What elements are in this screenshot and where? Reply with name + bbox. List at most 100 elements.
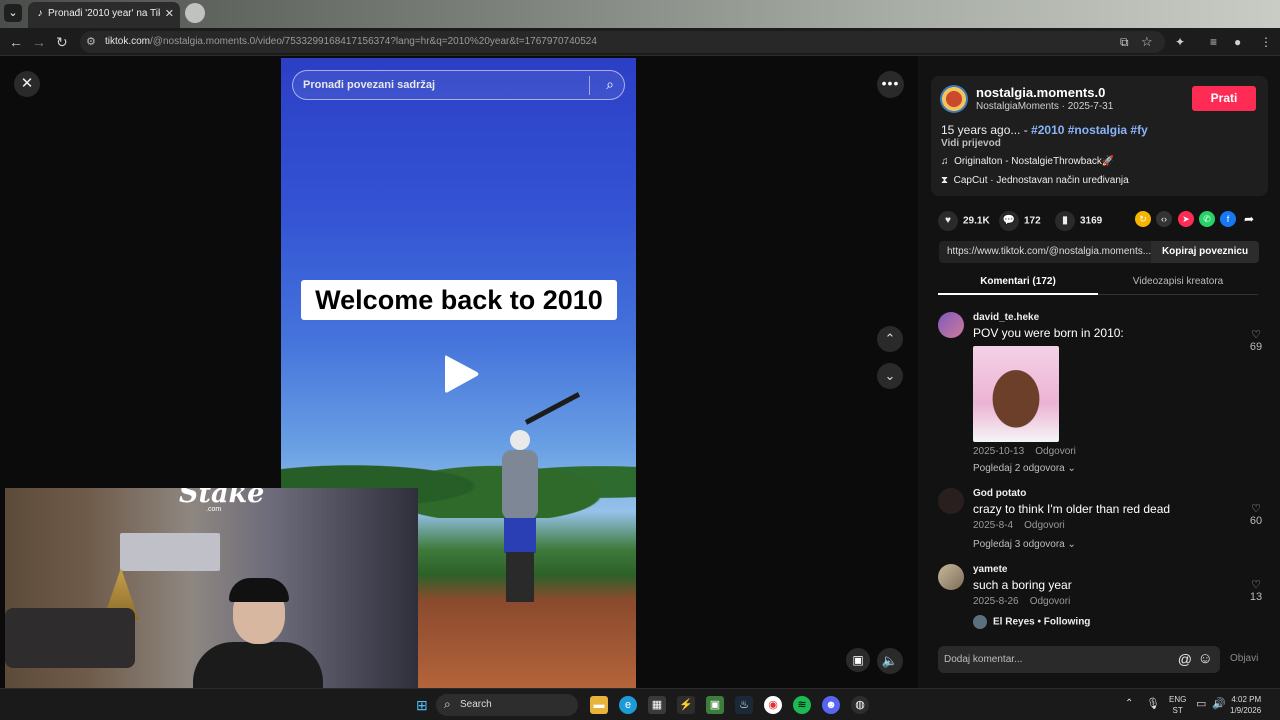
post-description: 15 years ago... - #2010 #nostalgia #fy — [941, 123, 1148, 137]
reply-link[interactable]: Odgovori — [1035, 446, 1076, 457]
reload-icon[interactable]: ↻ — [56, 34, 68, 50]
commenter-name[interactable]: yamete — [973, 564, 1007, 575]
creator-meta: NostalgiaMoments · 2025-7-31 — [976, 101, 1114, 112]
save-count[interactable]: ▮ 3169 — [1055, 211, 1102, 231]
share-arrow-icon[interactable]: ➦ — [1241, 211, 1257, 227]
close-viewer-button[interactable]: ✕ — [14, 71, 40, 97]
search-icon[interactable]: ⌕ — [606, 76, 614, 93]
facebook-icon[interactable]: f — [1220, 211, 1236, 227]
extensions-icon[interactable]: ✦ — [1175, 34, 1185, 50]
taskbar-search-label: Search — [460, 699, 492, 710]
music-link[interactable]: ♫ Originalton - NostalgieThrowback🚀 — [941, 156, 1114, 167]
volume-button[interactable]: 🔈 — [877, 648, 903, 674]
comment-image[interactable] — [973, 346, 1059, 442]
search-placeholder: Pronađi povezani sadržaj — [303, 79, 436, 91]
comment-like-count: 13 — [1249, 591, 1263, 603]
video-details-panel: nostalgia.moments.0 NostalgiaMoments · 2… — [918, 56, 1280, 688]
tray-overflow-icon[interactable]: ⌃ — [1125, 698, 1133, 709]
tab-comments[interactable]: Komentari (172) — [938, 273, 1098, 295]
webcam-sofa — [5, 608, 135, 668]
profile-avatar-icon[interactable]: ● — [1234, 34, 1241, 50]
reply-preview[interactable]: El Reyes • Following — [973, 615, 1090, 629]
comment-like[interactable]: ♡ 13 — [1244, 578, 1268, 603]
comment-item: yamete such a boring year 2025-8-26 Odgo… — [938, 564, 1268, 614]
tab-creator-videos[interactable]: Videozapisi kreatora — [1098, 273, 1258, 295]
store-icon[interactable]: ▦ — [648, 696, 666, 714]
view-replies-link[interactable]: Pogledaj 2 odgovora ⌄ — [973, 463, 1076, 474]
comment-input[interactable]: Dodaj komentar... @ ☺ — [938, 646, 1220, 673]
comment-like-count: 60 — [1249, 515, 1263, 527]
volume-icon[interactable]: 🔊 — [1212, 697, 1226, 710]
steam-icon[interactable]: ♨ — [735, 696, 753, 714]
comment-text: such a boring year — [973, 578, 1072, 592]
mention-icon[interactable]: @ — [1178, 651, 1192, 667]
microphone-icon[interactable]: 🎙 — [1146, 697, 1160, 710]
whatsapp-icon[interactable]: ✆ — [1199, 211, 1215, 227]
creator-username[interactable]: nostalgia.moments.0 — [976, 85, 1105, 100]
see-translation-link[interactable]: Vidi prijevod — [941, 138, 1001, 149]
commenter-avatar[interactable] — [938, 564, 964, 590]
chrome-icon[interactable]: ◉ — [764, 696, 782, 714]
emoji-icon[interactable]: ☺ — [1198, 650, 1213, 667]
copy-link-button[interactable]: Kopiraj poveznicu — [1151, 241, 1259, 263]
spotify-icon[interactable]: ≋ — [793, 696, 811, 714]
related-content-search[interactable]: Pronađi povezani sadržaj ⌕ — [292, 70, 625, 100]
share-link-text[interactable]: https://www.tiktok.com/@nostalgia.moment… — [947, 246, 1154, 257]
minecraft-icon[interactable]: ▣ — [706, 696, 724, 714]
site-info-icon[interactable]: ⚙ — [86, 35, 96, 48]
network-icon[interactable]: ▭ — [1196, 697, 1206, 710]
new-tab-button[interactable] — [185, 3, 205, 23]
browser-tab-strip: ⌄ ♪ Pronađi '2010 year' na TikToku ✕ — [0, 0, 1280, 28]
comment-item: God potato crazy to think I'm older than… — [938, 488, 1268, 550]
hashtags[interactable]: #2010 #nostalgia #fy — [1031, 123, 1148, 137]
file-explorer-icon[interactable]: ▬ — [590, 696, 608, 714]
comment-text: POV you were born in 2010: — [973, 326, 1124, 340]
cast-icon[interactable]: ⧉ — [1120, 34, 1129, 50]
view-replies-link[interactable]: Pogledaj 3 odgovora ⌄ — [973, 539, 1076, 550]
reply-link[interactable]: Odgovori — [1030, 596, 1071, 607]
back-icon[interactable]: ← — [9, 34, 23, 50]
previous-video-button[interactable]: ⌃ — [877, 326, 903, 352]
picture-in-picture-button[interactable]: ▣ — [846, 648, 870, 672]
address-bar[interactable]: ⚙ tiktok.com/@nostalgia.moments.0/video/… — [80, 31, 1165, 53]
comment-like[interactable]: ♡ 69 — [1244, 328, 1268, 353]
taskbar-search[interactable]: ⌕ Search — [436, 694, 578, 716]
app-icon[interactable]: ⚡ — [677, 696, 695, 714]
system-clock[interactable]: 4:02 PM 1/9/2026 — [1230, 694, 1261, 716]
streamer-webcam-overlay: Stake .com — [5, 488, 418, 688]
app-circle-icon[interactable]: ◍ — [851, 696, 869, 714]
next-video-button[interactable]: ⌄ — [877, 363, 903, 389]
tab-close-icon[interactable]: ✕ — [165, 7, 174, 20]
follow-button[interactable]: Prati — [1192, 86, 1256, 111]
repost-icon[interactable]: ↻ — [1135, 211, 1151, 227]
comment-like[interactable]: ♡ 60 — [1244, 502, 1268, 527]
edge-icon[interactable]: e — [619, 696, 637, 714]
bookmark-star-icon[interactable]: ☆ — [1141, 34, 1153, 50]
tab-search-button[interactable]: ⌄ — [4, 4, 22, 22]
reading-list-icon[interactable]: ≡ — [1210, 34, 1217, 50]
comment-meta: 2025-8-4 Odgovori — [973, 520, 1065, 531]
commenter-name[interactable]: david_te.heke — [973, 312, 1039, 323]
input-language[interactable]: ENG ST — [1169, 694, 1186, 716]
commenter-avatar[interactable] — [938, 312, 964, 338]
post-comment-button[interactable]: Objavi — [1230, 653, 1258, 664]
discord-icon[interactable]: ☻ — [822, 696, 840, 714]
forward-icon[interactable]: → — [32, 34, 46, 50]
commenter-avatar[interactable] — [938, 488, 964, 514]
reply-link[interactable]: Odgovori — [1024, 520, 1065, 531]
commenter-name[interactable]: God potato — [973, 488, 1026, 499]
post-info-card: nostalgia.moments.0 NostalgiaMoments · 2… — [931, 76, 1268, 196]
windows-start-icon[interactable]: ⊞ — [416, 697, 428, 714]
video-batter-figure — [496, 430, 544, 610]
send-icon[interactable]: ➤ — [1178, 211, 1194, 227]
embed-icon[interactable]: ‹› — [1156, 211, 1172, 227]
browser-tab-active[interactable]: ♪ Pronađi '2010 year' na TikToku ✕ — [28, 2, 180, 28]
like-count[interactable]: ♥ 29.1K — [938, 211, 990, 231]
browser-menu-icon[interactable]: ⋮ — [1260, 34, 1272, 50]
creator-avatar[interactable] — [940, 85, 968, 113]
more-options-button[interactable]: ••• — [877, 71, 904, 98]
capcut-icon: ⧗ — [941, 175, 949, 186]
comment-count[interactable]: 💬 172 — [999, 211, 1041, 231]
capcut-link[interactable]: ⧗ CapCut · Jednostavan način uređivanja — [941, 175, 1129, 186]
play-icon[interactable] — [441, 352, 481, 396]
